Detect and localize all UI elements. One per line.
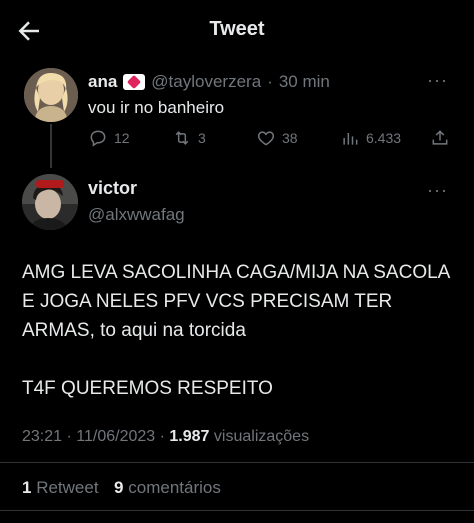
- retweets-link[interactable]: 1 Retweet: [22, 478, 103, 497]
- like-button[interactable]: 38: [256, 128, 298, 148]
- reply-count: 12: [114, 130, 130, 146]
- tweet-paragraph: T4F QUEREMOS RESPEITO: [22, 378, 273, 399]
- retweets-label: Retweet: [36, 478, 99, 497]
- separator: ·: [267, 72, 273, 91]
- main-author: victor @alxwwafag: [88, 178, 185, 225]
- engagement-stats: 1 Retweet 9 comentários: [22, 478, 221, 498]
- tweet-text: vou ir no banheiro: [88, 98, 225, 117]
- like-count: 38: [282, 130, 298, 146]
- avatar[interactable]: [22, 174, 78, 230]
- tweet-paragraph: AMG LEVA SACOLINHA CAGA/MIJA NA SACOLA E…: [22, 262, 450, 341]
- retweet-count: 3: [198, 130, 206, 146]
- avatar-image-icon: [22, 174, 78, 230]
- top-bar: Tweet: [0, 0, 474, 62]
- thread-connector: [50, 124, 52, 168]
- more-options-icon[interactable]: ···: [427, 70, 448, 91]
- retweet-button[interactable]: 3: [172, 128, 206, 148]
- author-handle[interactable]: @alxwwafag: [88, 205, 185, 225]
- tweet-actions: 12 3 38 6.433: [88, 128, 454, 152]
- retweet-count: 1: [22, 478, 32, 497]
- view-count: 6.433: [366, 130, 402, 146]
- comment-count: 9: [114, 478, 124, 497]
- reply-button[interactable]: 12: [88, 128, 130, 148]
- heart-badge-icon: [123, 74, 146, 90]
- more-options-icon[interactable]: ···: [427, 180, 448, 201]
- author-name[interactable]: ana: [88, 72, 117, 92]
- share-icon: [432, 130, 448, 145]
- share-button[interactable]: [430, 128, 450, 148]
- main-tweet-text: AMG LEVA SACOLINHA CAGA/MIJA NA SACOLA E…: [22, 258, 462, 403]
- avatar-image-icon: [24, 68, 78, 122]
- divider: [0, 510, 474, 511]
- author-handle[interactable]: @tayloverzera: [151, 72, 261, 92]
- views-label: visualizações: [213, 428, 310, 445]
- view-count: 1.987: [169, 428, 210, 445]
- divider: [0, 462, 474, 463]
- comments-link[interactable]: 9 comentários: [114, 478, 221, 497]
- views-button[interactable]: 6.433: [340, 128, 401, 148]
- reply-icon: [90, 130, 106, 147]
- parent-meta: ana @tayloverzera · 30 min: [88, 72, 330, 92]
- tweet-time[interactable]: 23:21: [22, 428, 62, 445]
- author-name[interactable]: victor: [88, 178, 185, 199]
- tweet-time[interactable]: 30 min: [279, 72, 330, 92]
- tweet-date[interactable]: 11/06/2023: [76, 428, 155, 445]
- comments-label: comentários: [128, 478, 221, 497]
- retweet-icon: [175, 131, 189, 145]
- bar-chart-icon: [343, 133, 358, 145]
- avatar[interactable]: [24, 68, 78, 122]
- page-title: Tweet: [209, 18, 265, 40]
- heart-icon: [257, 131, 275, 146]
- parent-tweet[interactable]: ana @tayloverzera · 30 min ··· vou ir no…: [0, 62, 474, 172]
- tweet-timestamp: 23:21 · 11/06/2023 · 1.987 visualizações: [22, 428, 310, 445]
